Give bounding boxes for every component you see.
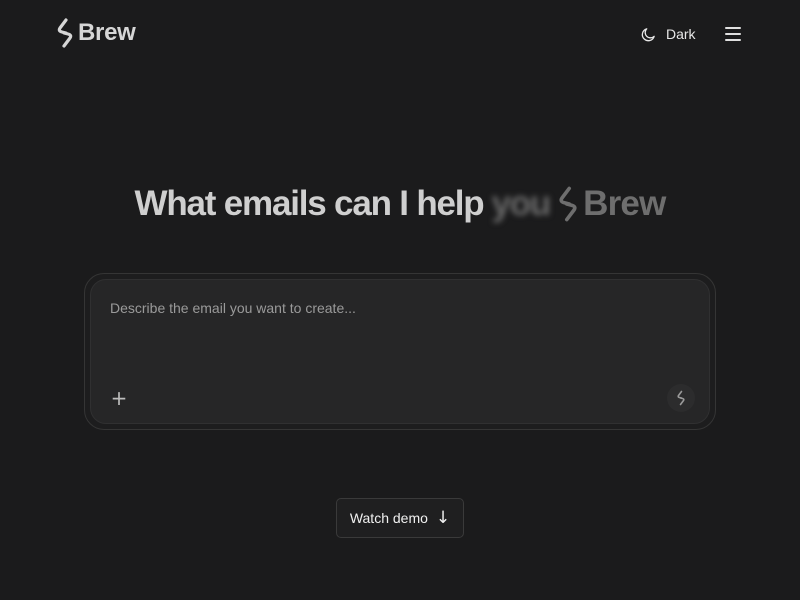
plus-icon: + — [110, 386, 128, 410]
watch-demo-label: Watch demo — [349, 510, 428, 526]
hamburger-icon-line — [725, 27, 741, 29]
generate-button[interactable] — [667, 384, 695, 412]
headline-main-text: What emails can I help — [134, 184, 485, 223]
brew-logo-icon — [677, 390, 685, 406]
logo-text: Brew — [78, 19, 136, 46]
theme-label: Dark — [666, 26, 696, 42]
brew-logo[interactable]: Brew — [55, 18, 136, 48]
arrow-down-icon: ↓ — [435, 507, 451, 528]
prompt-container: + — [84, 273, 716, 430]
prompt-box: + — [90, 279, 710, 424]
brew-logo-icon — [57, 18, 73, 48]
headline-typing-text: you — [491, 184, 551, 223]
headline-brand: Brew — [556, 182, 666, 226]
hero-headline: What emails can I help you Brew — [0, 182, 800, 226]
headline-brand-text: Brew — [583, 184, 666, 223]
hamburger-icon-line — [725, 33, 741, 35]
hamburger-icon-line — [725, 39, 741, 41]
prompt-input[interactable] — [110, 300, 670, 360]
theme-toggle-button[interactable]: Dark — [640, 22, 696, 46]
menu-button[interactable] — [722, 24, 744, 44]
page: Brew Dark What emails can I help you Bre… — [0, 0, 800, 600]
add-attachment-button[interactable]: + — [109, 388, 129, 408]
brew-logo-icon — [559, 186, 577, 222]
watch-demo-button[interactable]: Watch demo ↓ — [336, 498, 464, 538]
moon-icon — [641, 27, 655, 41]
